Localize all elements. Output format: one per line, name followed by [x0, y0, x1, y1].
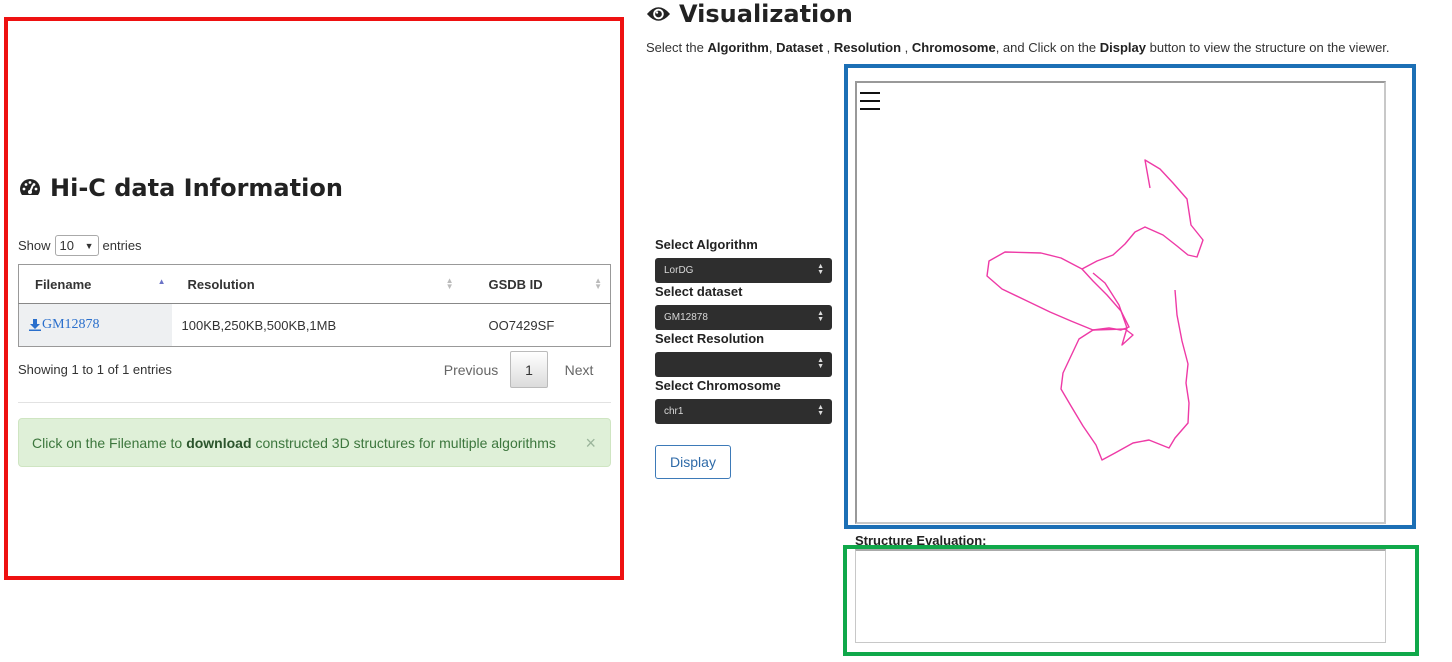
column-header-label: Filename — [35, 276, 92, 292]
select-arrows-icon: ▲ ▼ — [817, 263, 824, 276]
column-header-gsdb-id[interactable]: GSDB ID ▲ ▼ — [461, 264, 611, 304]
structure-evaluation-label: Structure Evaluation: — [855, 533, 987, 548]
pagination: Previous 1 Next — [432, 351, 610, 388]
filename-download-link[interactable]: GM12878 — [29, 317, 100, 333]
hic-section-title: Hi-C data Information — [18, 174, 343, 202]
sort-icon: ▲ ▼ — [445, 276, 454, 291]
alert-text-bold: download — [186, 434, 252, 451]
chromosome-value: chr1 — [664, 406, 684, 417]
visualization-title-text: Visualization — [679, 0, 853, 28]
sort-ascending-icon: ▲ — [157, 277, 166, 286]
show-prefix: Show — [18, 238, 51, 253]
column-header-filename[interactable]: Filename ▲ — [18, 264, 172, 304]
next-page-button[interactable]: Next — [548, 362, 610, 378]
instruction-text: , — [768, 40, 777, 55]
page-length-control: Show 10 ▼ entries — [18, 235, 142, 256]
3d-structure-plot — [986, 159, 1204, 461]
instruction-bold: Chromosome — [911, 40, 996, 55]
instruction-bold: Resolution — [833, 40, 902, 55]
download-info-alert: Click on the Filename to download constr… — [18, 418, 611, 467]
dataset-label: Select dataset — [655, 284, 743, 299]
instruction-text: Select the — [646, 40, 708, 55]
table-info: Showing 1 to 1 of 1 entries — [18, 362, 172, 377]
select-arrows-icon: ▲ ▼ — [817, 357, 824, 370]
dataset-value: GM12878 — [664, 312, 708, 323]
dataset-select[interactable]: GM12878 ▲ ▼ — [655, 305, 832, 330]
close-icon[interactable]: × — [585, 433, 596, 454]
table-header-row: Filename ▲ Resolution ▲ ▼ GSDB ID ▲ ▼ — [18, 264, 611, 304]
display-button[interactable]: Display — [655, 445, 731, 479]
filename-cell: GM12878 — [18, 303, 172, 347]
instruction-text: , and Click on the — [995, 40, 1100, 55]
select-arrows-icon: ▲ ▼ — [817, 404, 824, 417]
algorithm-value: LorDG — [664, 265, 694, 276]
structure-viewer[interactable] — [855, 81, 1386, 524]
filename-text: GM12878 — [42, 316, 100, 332]
alert-text-after: constructed 3D structures for multiple a… — [255, 434, 556, 451]
algorithm-label: Select Algorithm — [655, 237, 758, 252]
show-suffix: entries — [102, 238, 142, 253]
sort-icon: ▲ ▼ — [594, 276, 602, 291]
column-header-resolution[interactable]: Resolution ▲ ▼ — [171, 264, 462, 304]
dashboard-icon — [20, 179, 40, 195]
visualization-instruction: Select the Algorithm, Dataset , Resoluti… — [646, 40, 1390, 55]
download-icon — [29, 318, 41, 331]
structure-line — [1060, 159, 1204, 461]
gsdb-id-cell: OO7429SF — [488, 317, 555, 333]
hic-data-table: Filename ▲ Resolution ▲ ▼ GSDB ID ▲ ▼ GM12… — [18, 264, 611, 347]
resolution-select[interactable]: ▲ ▼ — [655, 352, 832, 377]
page-length-value: 10 — [59, 238, 74, 253]
resolution-label: Select Resolution — [655, 331, 765, 346]
instruction-bold: Display — [1099, 40, 1146, 55]
column-header-label: Resolution — [187, 276, 255, 292]
page-1-button[interactable]: 1 — [510, 351, 548, 388]
dropdown-arrow-icon: ▼ — [84, 240, 94, 251]
page-length-select[interactable]: 10 ▼ — [54, 235, 99, 256]
visualization-section-title: Visualization — [646, 0, 853, 28]
table-row: GM12878 100KB,250KB,500KB,1MB OO7429SF — [18, 303, 611, 347]
alert-text-before: Click on the Filename to — [32, 434, 183, 451]
structure-line — [986, 251, 1134, 346]
instruction-bold: Dataset — [776, 40, 824, 55]
instruction-text: button to view the structure on the view… — [1146, 40, 1390, 55]
algorithm-select[interactable]: LorDG ▲ ▼ — [655, 258, 832, 283]
structure-evaluation-box — [855, 549, 1386, 643]
divider — [18, 402, 611, 403]
select-arrows-icon: ▲ ▼ — [817, 310, 824, 323]
eye-icon — [646, 7, 671, 21]
previous-page-button[interactable]: Previous — [432, 362, 510, 378]
chromosome-label: Select Chromosome — [655, 378, 781, 393]
column-header-label: GSDB ID — [488, 276, 543, 292]
chromosome-select[interactable]: chr1 ▲ ▼ — [655, 399, 832, 424]
hic-title-text: Hi-C data Information — [50, 174, 343, 202]
instruction-bold: Algorithm — [707, 40, 769, 55]
resolution-cell: 100KB,250KB,500KB,1MB — [181, 317, 337, 333]
instruction-text: , — [901, 40, 912, 55]
instruction-text: , — [823, 40, 834, 55]
